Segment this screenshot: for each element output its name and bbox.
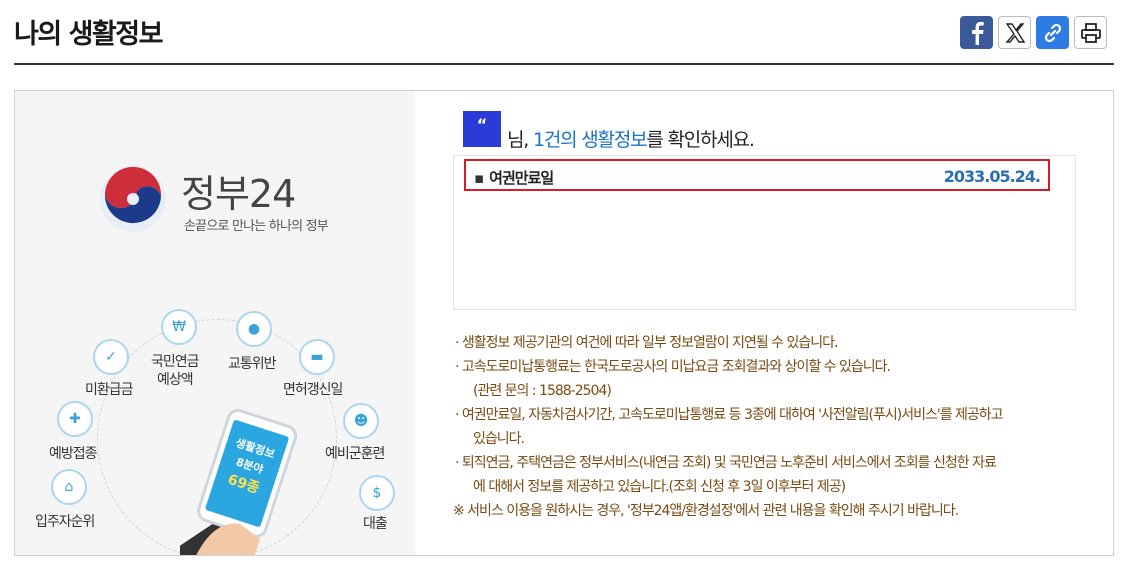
service-label-housing: 입주자순위 bbox=[35, 514, 95, 530]
print-icon bbox=[1080, 22, 1101, 43]
syringe-icon: ✚ bbox=[57, 401, 93, 437]
share-bar bbox=[960, 16, 1107, 49]
x-icon bbox=[1004, 22, 1025, 43]
link-icon bbox=[1044, 23, 1061, 42]
service-label-vaccine: 예방접종 bbox=[49, 446, 98, 462]
title-divider bbox=[14, 63, 1114, 65]
life-info-card: 정부24 손끝으로 만나는 하나의 정부 ₩ ● ✓ ▬ ✚ ☻ ⌂ $ 미환급… bbox=[14, 90, 1114, 556]
life-info-panel: “ 님, 1건의 생활정보를 확인하세요. 여권만료일 2033.05.24. … bbox=[415, 91, 1113, 555]
gov24-brand-name: 정부24 bbox=[181, 172, 296, 216]
passport-expiry-row[interactable]: 여권만료일 2033.05.24. bbox=[464, 159, 1050, 191]
gov24-slogan: 손끝으로 만나는 하나의 정부 bbox=[184, 219, 329, 234]
passport-expiry-value: 2033.05.24. bbox=[943, 167, 1041, 186]
notice-item-continued: 에 대해서 정보를 제공하고 있습니다.(조회 신청 후 3일 이후부터 제공) bbox=[473, 479, 846, 495]
greeting-count[interactable]: 1건의 생활정보 bbox=[533, 129, 648, 151]
page-title: 나의 생활정보 bbox=[14, 19, 163, 50]
greeting-tail: 를 확인하세요. bbox=[646, 129, 755, 151]
passport-expiry-label: 여권만료일 bbox=[474, 167, 554, 188]
service-label-reserve: 예비군훈련 bbox=[325, 446, 385, 462]
print-button[interactable] bbox=[1074, 16, 1107, 49]
x-share-button[interactable] bbox=[998, 16, 1031, 49]
user-avatar: “ bbox=[463, 111, 501, 147]
notice-footer: ※ 서비스 이용을 원하시는 경우, '정부24앱/환경설정'에서 관련 내용을… bbox=[453, 503, 959, 519]
traffic-light-icon: ● bbox=[236, 311, 272, 347]
gov24-logo bbox=[100, 166, 166, 232]
copy-link-button[interactable] bbox=[1036, 16, 1069, 49]
notice-item-continued: 있습니다. bbox=[473, 431, 525, 447]
notice-item: 고속도로미납통행료는 한국도로공사의 미납요금 조회결과와 상이할 수 있습니다… bbox=[455, 355, 1095, 379]
refund-icon: ✓ bbox=[93, 339, 129, 375]
facebook-icon bbox=[971, 21, 984, 45]
soldier-icon: ☻ bbox=[343, 403, 379, 439]
hand-phone-illustration: 생활정보 8분야 69종 bbox=[180, 409, 298, 555]
notice-item-continued: (관련 문의 : 1588-2504) bbox=[473, 383, 612, 399]
car-icon: ▬ bbox=[299, 339, 335, 375]
life-info-results: 여권만료일 2033.05.24. bbox=[453, 155, 1076, 310]
service-label-pension: 국민연금 예상액 bbox=[151, 354, 200, 388]
notice-item: 생활정보 제공기관의 여건에 따라 일부 정보열람이 지연될 수 있습니다. bbox=[455, 331, 1095, 355]
greeting-text: 님, 1건의 생활정보를 확인하세요. bbox=[507, 125, 755, 152]
notice-list: 생활정보 제공기관의 여건에 따라 일부 정보열람이 지연될 수 있습니다. 고… bbox=[453, 331, 1095, 523]
money-bag-icon: $ bbox=[359, 475, 395, 511]
notice-item: 퇴직연금, 주택연금은 정부서비스(내연금 조회) 및 국민연금 노후준비 서비… bbox=[455, 451, 1095, 475]
service-label-license: 면허갱신일 bbox=[283, 382, 343, 398]
service-label-loan: 대출 bbox=[363, 516, 388, 532]
service-label-refund: 미환급금 bbox=[85, 382, 134, 398]
pension-icon: ₩ bbox=[161, 309, 197, 345]
notice-item: 여권만료일, 자동차검사기간, 고속도로미납통행료 등 3종에 대하여 '사전알… bbox=[455, 403, 1095, 427]
gov24-promo-banner: 정부24 손끝으로 만나는 하나의 정부 ₩ ● ✓ ▬ ✚ ☻ ⌂ $ 미환급… bbox=[15, 91, 415, 555]
house-icon: ⌂ bbox=[51, 469, 87, 505]
facebook-share-button[interactable] bbox=[960, 16, 993, 49]
greeting-suffix: 님, bbox=[507, 129, 533, 151]
service-label-traffic: 교통위반 bbox=[228, 356, 277, 372]
